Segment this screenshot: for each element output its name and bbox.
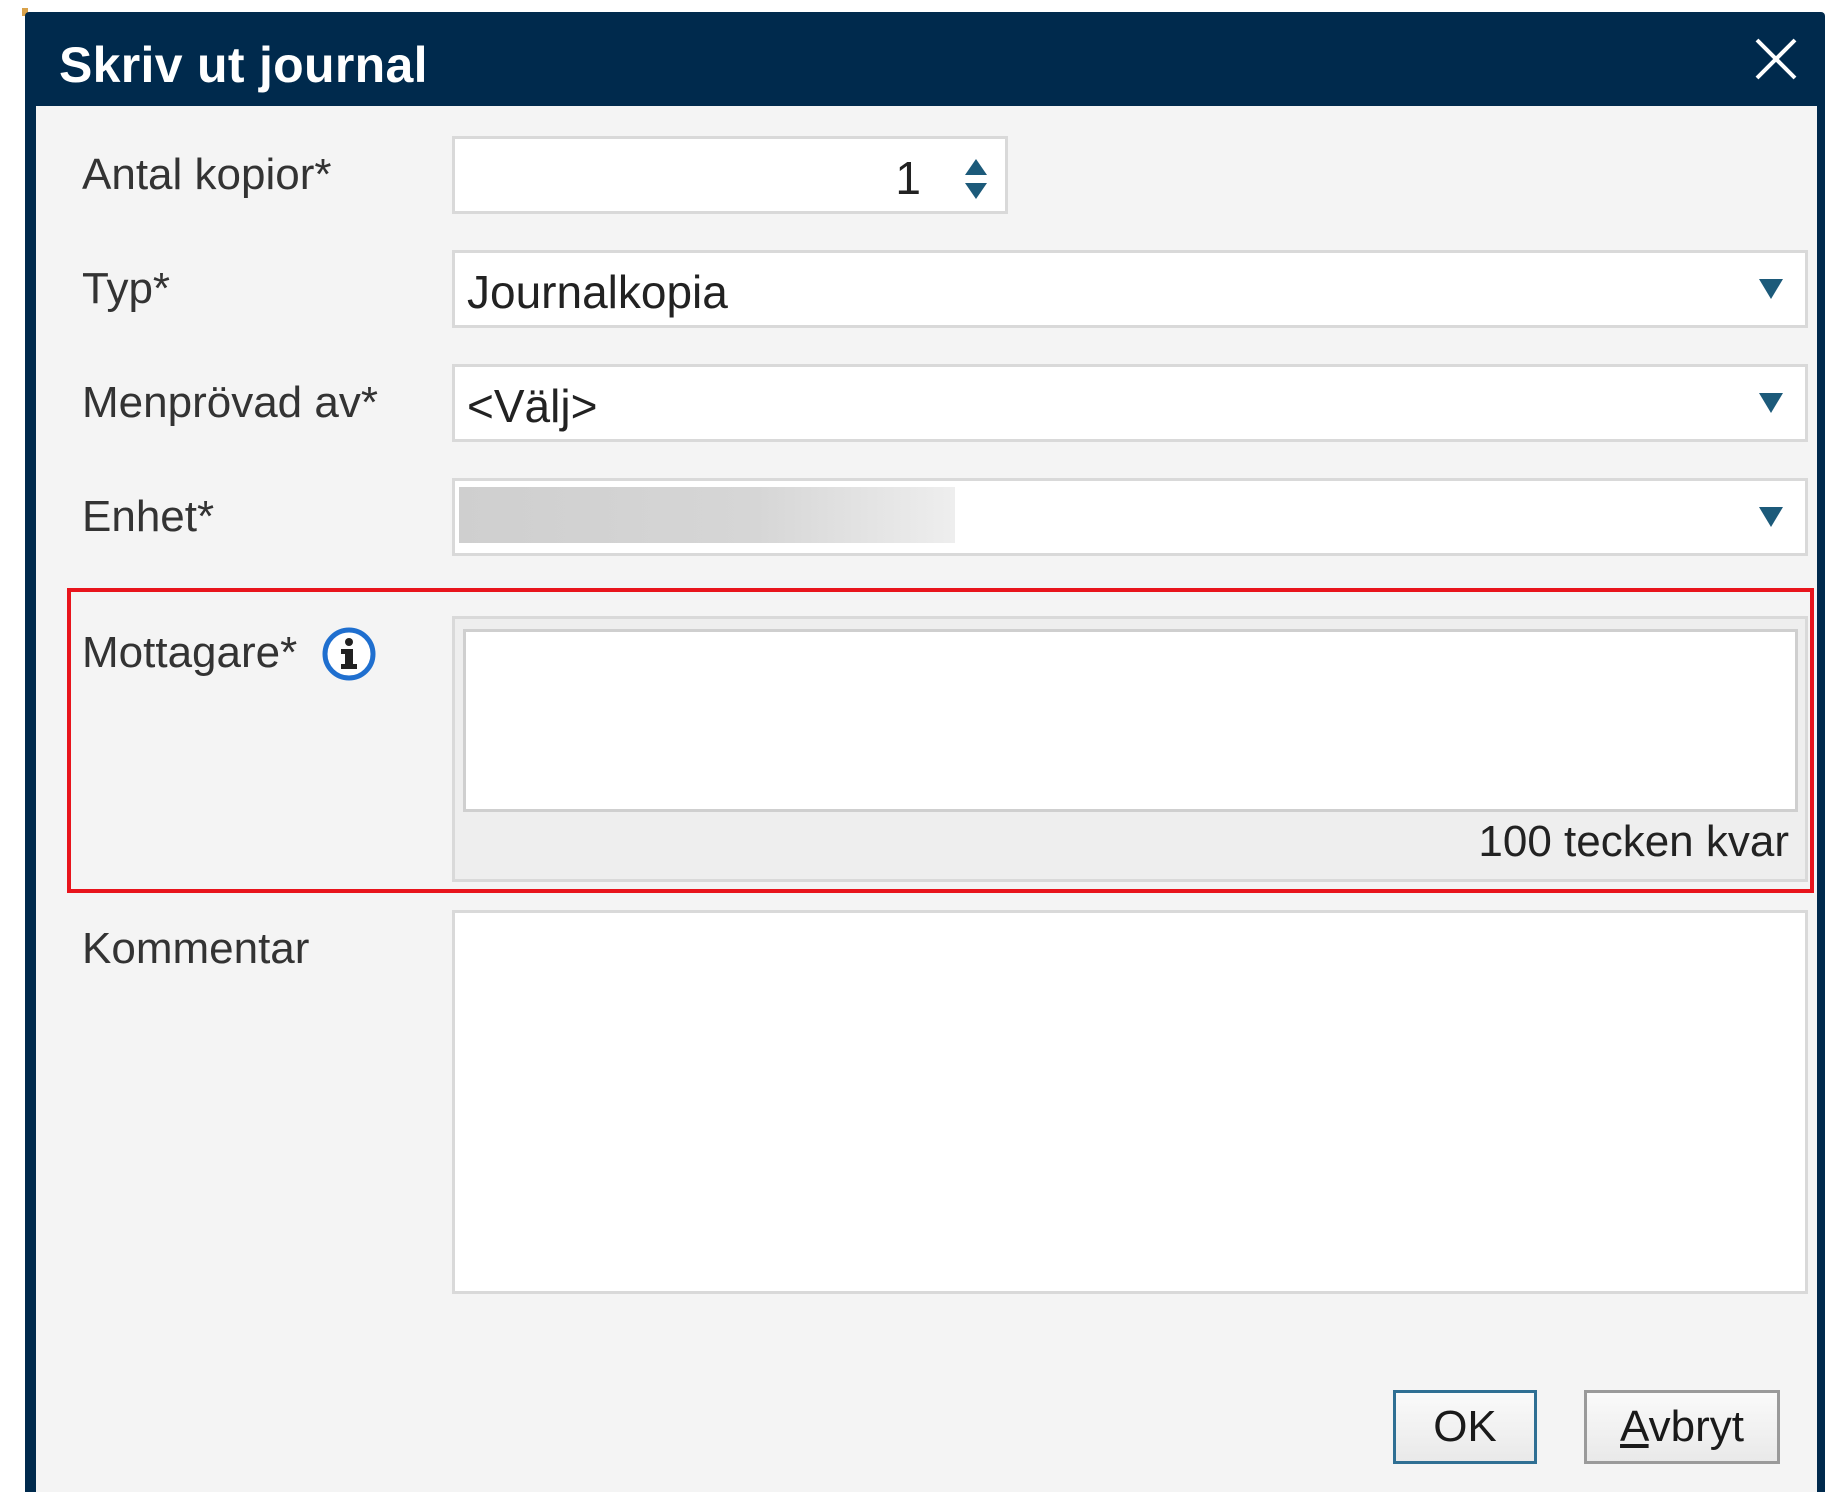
spinner-arrows-icon[interactable] bbox=[961, 157, 991, 201]
unit-select[interactable] bbox=[452, 478, 1808, 556]
comment-textarea[interactable] bbox=[452, 910, 1808, 1294]
type-select[interactable]: Journalkopia bbox=[452, 250, 1808, 328]
reviewed-by-label: Menprövad av* bbox=[82, 378, 378, 427]
unit-label: Enhet* bbox=[82, 492, 215, 541]
recipient-input[interactable] bbox=[463, 629, 1798, 812]
comment-label: Kommentar bbox=[82, 924, 310, 973]
close-button[interactable] bbox=[1749, 32, 1803, 86]
copies-value: 1 bbox=[895, 152, 921, 204]
info-icon[interactable] bbox=[321, 626, 377, 682]
ok-button[interactable]: OK bbox=[1393, 1390, 1537, 1464]
chevron-down-icon bbox=[1759, 279, 1783, 299]
type-selected-value: Journalkopia bbox=[467, 266, 728, 318]
recipient-label: Mottagare* bbox=[82, 628, 298, 677]
copies-label: Antal kopior* bbox=[82, 150, 332, 199]
reviewed-by-select[interactable]: <Välj> bbox=[452, 364, 1808, 442]
type-label: Typ* bbox=[82, 264, 171, 313]
dialog-title: Skriv ut journal bbox=[59, 37, 428, 93]
print-journal-dialog: Skriv ut journal Antal kopior* 1 Typ* Jo… bbox=[25, 12, 1825, 1492]
cancel-button[interactable]: Avbryt bbox=[1584, 1390, 1780, 1464]
dialog-title-bar[interactable]: Skriv ut journal bbox=[25, 12, 1825, 106]
reviewed-by-selected-value: <Välj> bbox=[467, 380, 598, 432]
recipient-char-counter: 100 tecken kvar bbox=[1478, 817, 1789, 866]
chevron-down-icon bbox=[1759, 393, 1783, 413]
close-icon bbox=[1755, 38, 1797, 80]
dialog-content: Antal kopior* 1 Typ* Journalkopia Menprö… bbox=[36, 106, 1817, 1492]
copies-stepper[interactable]: 1 bbox=[452, 136, 1008, 214]
chevron-down-icon bbox=[1759, 507, 1783, 527]
recipient-field-container: 100 tecken kvar bbox=[452, 616, 1808, 882]
unit-redacted-value bbox=[459, 487, 955, 543]
